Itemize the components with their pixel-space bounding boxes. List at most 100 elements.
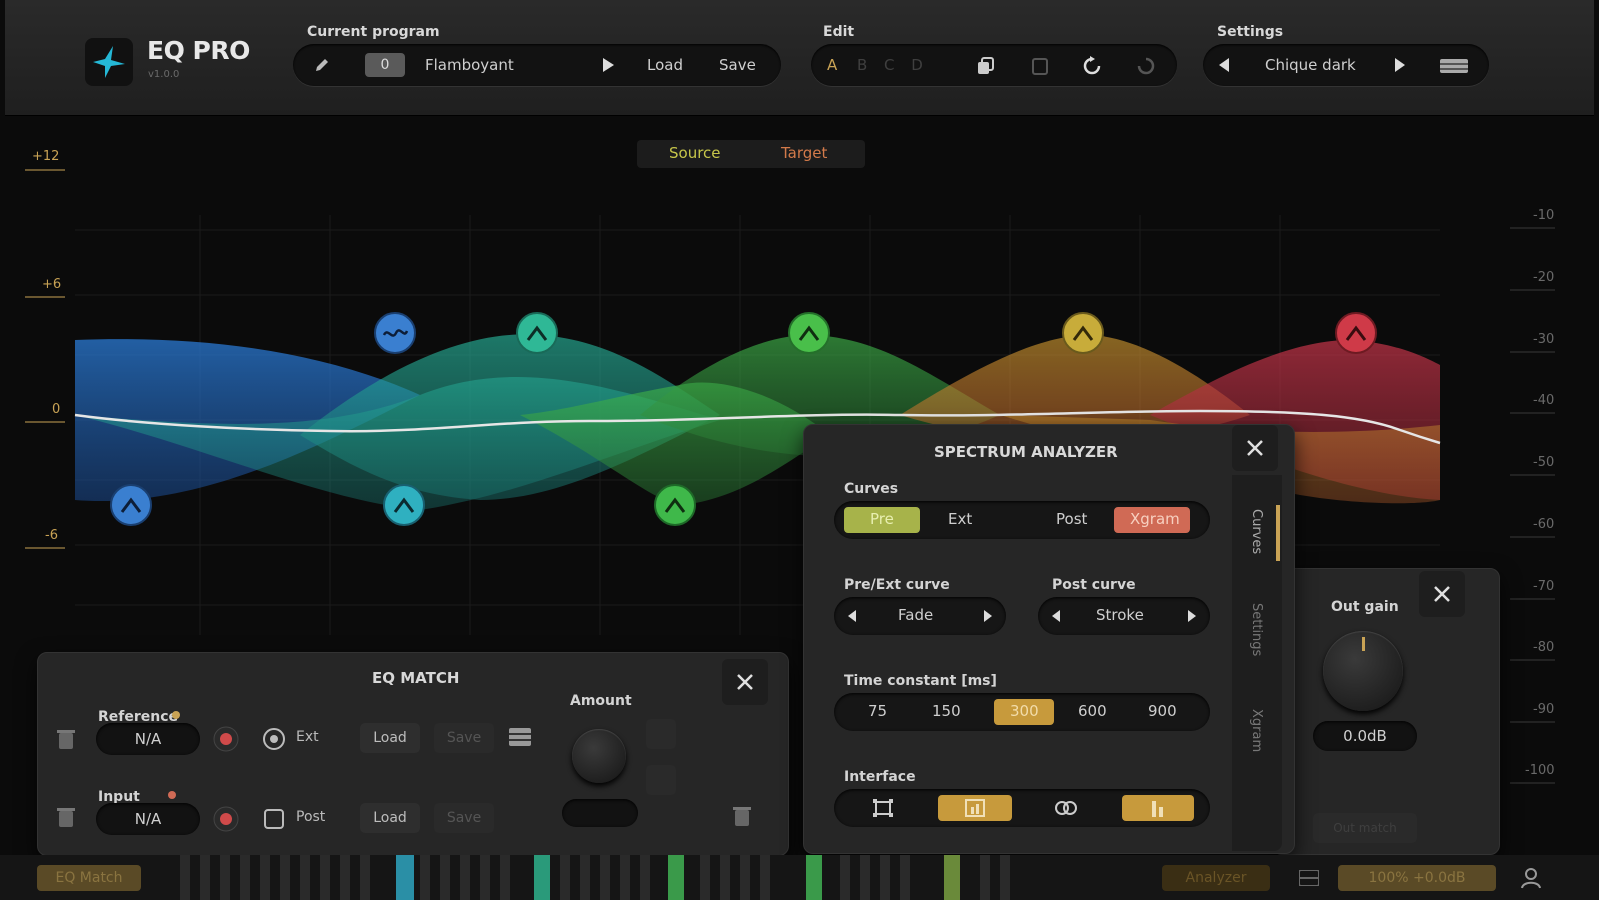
layout-icon[interactable] [1296, 865, 1322, 891]
theme-name[interactable]: Chique dark [1265, 56, 1356, 74]
prev-icon-post[interactable] [1048, 608, 1064, 624]
prev-icon[interactable] [844, 608, 860, 624]
time-300[interactable]: 300 [1010, 702, 1039, 720]
spectrum-view-icon[interactable] [964, 798, 986, 818]
trash-icon[interactable] [54, 725, 78, 753]
out-gain-knob[interactable] [1323, 631, 1403, 711]
out-gain-close-button[interactable] [1419, 571, 1465, 617]
spec-label-20: -20 [1533, 270, 1555, 285]
undo-icon[interactable] [1081, 55, 1103, 77]
next-icon-post[interactable] [1184, 608, 1200, 624]
slot-a[interactable]: A [827, 56, 837, 74]
eq-match-close-button[interactable] [722, 659, 768, 705]
play-next-icon[interactable] [599, 56, 617, 74]
source-target-toggle: Source Target [637, 140, 865, 168]
eq-match-toggle[interactable]: EQ Match [37, 865, 141, 891]
post-checkbox[interactable] [260, 805, 288, 833]
input-field[interactable]: N/A [96, 803, 200, 835]
program-number[interactable]: 0 [365, 53, 405, 77]
next-theme-icon[interactable] [1391, 56, 1409, 74]
target-button[interactable]: Target [781, 144, 827, 162]
app-logo [85, 38, 133, 86]
trash-icon-input[interactable] [54, 803, 78, 831]
interface-selector [834, 789, 1210, 827]
edit-bar: A B C D [811, 44, 1177, 86]
tab-settings[interactable]: Settings [1249, 603, 1264, 656]
time-constant-selector: 75 150 300 600 900 [834, 693, 1210, 731]
input-indicator [168, 791, 176, 799]
analyzer-toggle[interactable]: Analyzer [1162, 865, 1270, 891]
trash-icon-panel[interactable] [728, 801, 756, 831]
amount-value-field[interactable] [562, 799, 638, 827]
curve-ext-button[interactable]: Ext [948, 510, 972, 528]
out-match-button[interactable]: Out match [1313, 813, 1417, 843]
db-label-plus6: +6 [42, 277, 62, 292]
time-150[interactable]: 150 [932, 702, 961, 720]
eq-match-panel: EQ MATCH Reference N/A Ext Load Save Inp… [37, 652, 789, 856]
eq-match-title: EQ MATCH [372, 669, 460, 687]
out-gain-value[interactable]: 0.0dB [1313, 721, 1417, 751]
time-constant-label: Time constant [ms] [844, 673, 997, 689]
source-button[interactable]: Source [669, 144, 721, 162]
redo-icon[interactable] [1135, 55, 1157, 77]
time-600[interactable]: 600 [1078, 702, 1107, 720]
db-label-plus12: +12 [32, 149, 60, 164]
program-bar: 0 Flamboyant Load Save [293, 44, 781, 86]
spectrum-close-button[interactable] [1232, 425, 1278, 471]
spec-label-10: -10 [1533, 208, 1555, 223]
program-load-button[interactable]: Load [647, 56, 683, 74]
slot-others[interactable]: B C D [857, 56, 929, 74]
tab-curves[interactable]: Curves [1249, 509, 1264, 554]
input-save-button[interactable]: Save [434, 803, 494, 833]
user-icon[interactable] [1518, 865, 1544, 891]
post-curve-value[interactable]: Stroke [1096, 606, 1144, 624]
record-input-icon[interactable] [212, 805, 240, 833]
menu-icon[interactable] [1439, 58, 1469, 74]
post-curve-label: Post curve [1052, 577, 1136, 593]
pre-ext-curve-label: Pre/Ext curve [844, 577, 950, 593]
next-icon[interactable] [980, 608, 996, 624]
amount-plus-button[interactable] [646, 719, 676, 749]
time-900[interactable]: 900 [1148, 702, 1177, 720]
reference-save-button[interactable]: Save [434, 723, 494, 753]
curve-xgram-button[interactable]: Xgram [1130, 510, 1180, 528]
curve-pre-button[interactable]: Pre [870, 510, 894, 528]
current-program-label: Current program [307, 24, 440, 40]
post-curve-selector: Stroke [1038, 597, 1210, 635]
bars-icon[interactable] [1148, 798, 1170, 818]
copy-icon[interactable] [975, 55, 997, 77]
program-save-button[interactable]: Save [719, 56, 756, 74]
pre-ext-curve-selector: Fade [834, 597, 1006, 635]
paste-icon[interactable] [1029, 55, 1051, 77]
ext-source-icon[interactable] [260, 725, 288, 753]
spec-label-60: -60 [1533, 517, 1555, 532]
settings-label: Settings [1217, 24, 1284, 40]
reference-load-button[interactable]: Load [360, 723, 420, 753]
record-reference-icon[interactable] [212, 725, 240, 753]
spectrum-analyzer-panel: SPECTRUM ANALYZER Curves Settings Xgram … [803, 424, 1295, 854]
amount-knob[interactable] [572, 729, 626, 783]
spectrum-side-tabs: Curves Settings Xgram [1232, 475, 1282, 851]
program-name[interactable]: Flamboyant [425, 56, 514, 74]
list-icon[interactable] [506, 725, 534, 749]
spec-label-50: -50 [1533, 455, 1555, 470]
pre-ext-curve-value[interactable]: Fade [898, 606, 933, 624]
amount-minus-button[interactable] [646, 765, 676, 795]
reference-field[interactable]: N/A [96, 723, 200, 755]
prev-theme-icon[interactable] [1215, 56, 1233, 74]
tab-xgram[interactable]: Xgram [1249, 709, 1264, 752]
reference-indicator [172, 711, 180, 719]
edit-label: Edit [823, 24, 855, 40]
time-75[interactable]: 75 [868, 702, 887, 720]
resize-icon[interactable] [872, 798, 894, 818]
input-load-button[interactable]: Load [360, 803, 420, 833]
bottom-bar: EQ Match Analyzer 100% +0.0dB [0, 855, 1599, 900]
pencil-icon[interactable] [311, 54, 333, 76]
link-icon[interactable] [1054, 798, 1078, 818]
interface-label: Interface [844, 769, 916, 785]
close-icon [737, 674, 753, 690]
curves-selector: Pre Ext Post Xgram [834, 501, 1210, 539]
settings-bar: Chique dark [1203, 44, 1489, 86]
curve-post-button[interactable]: Post [1056, 510, 1087, 528]
zoom-readout[interactable]: 100% +0.0dB [1338, 865, 1496, 891]
